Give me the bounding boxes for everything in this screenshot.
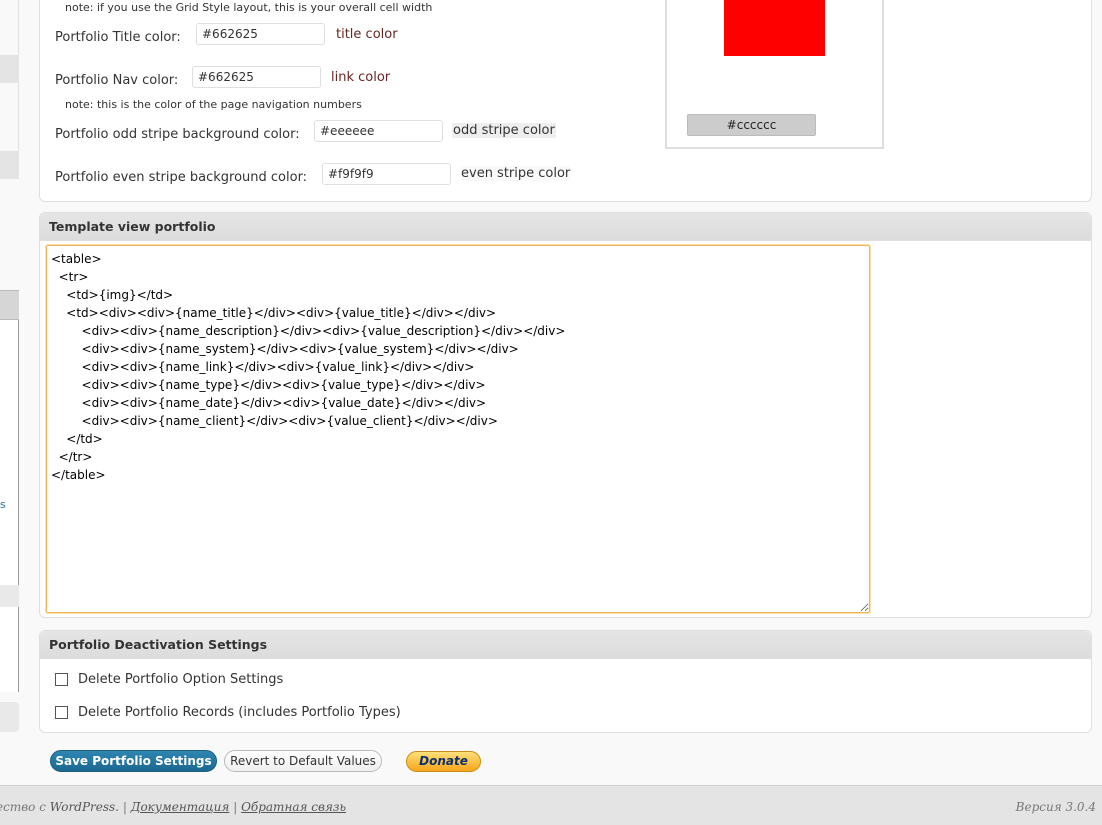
color-settings-panel: note: if you use the Grid Style layout, … <box>39 0 1092 202</box>
menu-item[interactable] <box>0 702 19 732</box>
submenu-link[interactable]: s <box>0 498 6 511</box>
admin-menu-strip: s <box>0 0 20 785</box>
color-picker-preview: #cccccc <box>665 0 884 149</box>
nav-color-note: note: this is the color of the page navi… <box>65 98 362 111</box>
nav-color-label: Portfolio Nav color: <box>55 73 179 88</box>
nav-color-preview: link color <box>331 70 391 85</box>
delete-options-row[interactable]: Delete Portfolio Option Settings <box>55 672 283 687</box>
footer-separator: | <box>122 800 127 814</box>
documentation-link[interactable]: Документация <box>131 800 230 814</box>
delete-records-checkbox[interactable] <box>55 706 68 719</box>
menu-item[interactable] <box>0 151 19 179</box>
odd-stripe-preview: odd stripe color <box>452 123 556 138</box>
footer-prefix: ество с <box>0 800 46 814</box>
title-color-field[interactable] <box>196 23 325 45</box>
revert-defaults-button[interactable]: Revert to Default Values <box>224 750 382 772</box>
odd-stripe-label: Portfolio odd stripe background color: <box>55 127 300 142</box>
delete-options-checkbox[interactable] <box>55 673 68 686</box>
deactivation-panel: Portfolio Deactivation Settings Delete P… <box>39 630 1092 733</box>
version-label: Версия 3.0.4 <box>1015 800 1096 814</box>
title-color-preview: title color <box>336 27 398 42</box>
template-panel-heading: Template view portfolio <box>40 213 1091 241</box>
menu-item[interactable] <box>0 0 19 55</box>
save-settings-button[interactable]: Save Portfolio Settings <box>50 750 217 772</box>
delete-records-label: Delete Portfolio Records (includes Portf… <box>78 705 401 720</box>
admin-footer: ество с WordPress. | Документация | Обра… <box>0 785 1102 825</box>
even-stripe-label: Portfolio even stripe background color: <box>55 170 308 185</box>
feedback-link[interactable]: Обратная связь <box>241 800 346 814</box>
menu-item[interactable] <box>0 585 19 607</box>
template-panel: Template view portfolio <table> <tr> <td… <box>39 212 1092 618</box>
color-hex-button[interactable]: #cccccc <box>687 114 816 136</box>
wordpress-link[interactable]: WordPress. <box>50 800 119 814</box>
donate-button[interactable]: Donate <box>406 751 481 772</box>
menu-item[interactable] <box>0 55 19 83</box>
template-code-textarea[interactable]: <table> <tr> <td>{img}</td> <td><div><di… <box>45 244 871 614</box>
footer-separator: | <box>233 800 238 814</box>
footer-links: ество с WordPress. | Документация | Обра… <box>0 800 346 814</box>
even-stripe-field[interactable] <box>322 163 451 185</box>
grid-style-note: note: if you use the Grid Style layout, … <box>65 1 433 14</box>
delete-options-label: Delete Portfolio Option Settings <box>78 672 284 687</box>
even-stripe-preview: even stripe color <box>461 166 571 181</box>
nav-color-field[interactable] <box>192 66 321 88</box>
menu-item[interactable] <box>0 83 19 151</box>
delete-records-row[interactable]: Delete Portfolio Records (includes Portf… <box>55 705 401 720</box>
title-color-label: Portfolio Title color: <box>55 30 181 45</box>
odd-stripe-field[interactable] <box>314 120 443 142</box>
menu-item-current[interactable] <box>0 290 19 320</box>
color-swatch <box>724 0 825 56</box>
deactivation-panel-heading: Portfolio Deactivation Settings <box>40 631 1091 659</box>
